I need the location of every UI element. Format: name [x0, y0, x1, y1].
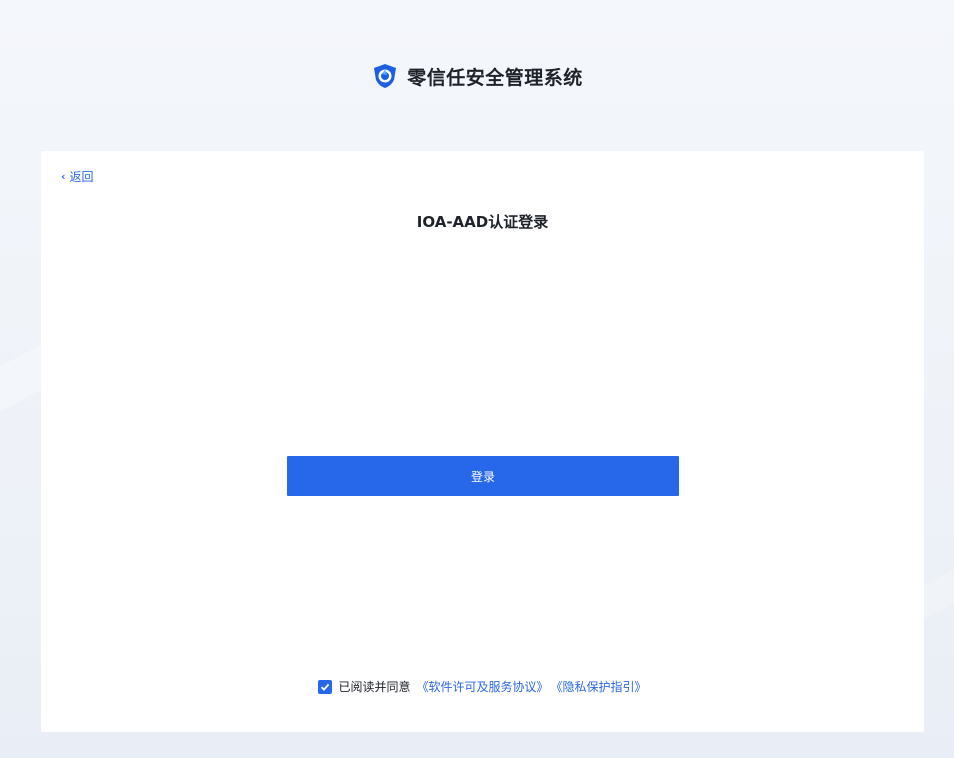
back-label: 返回 — [69, 170, 94, 184]
chevron-left-icon: ‹ — [61, 170, 66, 183]
app-title: 零信任安全管理系统 — [407, 66, 583, 89]
shield-logo-icon — [371, 62, 399, 90]
checkmark-icon — [321, 683, 330, 691]
privacy-policy-link[interactable]: 《隐私保护指引》 — [551, 678, 647, 695]
agreement-row: 已阅读并同意 《软件许可及服务协议》 《隐私保护指引》 — [41, 678, 924, 695]
login-button[interactable]: 登录 — [287, 456, 679, 496]
page-title: IOA-AAD认证登录 — [416, 213, 549, 231]
app-header: 零信任安全管理系统 — [0, 58, 954, 94]
login-card: ‹ 返回 IOA-AAD认证登录 登录 已阅读并同意 《软件许可及服务协议》 《… — [41, 151, 924, 732]
agreement-text: 已阅读并同意 — [338, 680, 411, 694]
agree-checkbox[interactable] — [318, 679, 333, 694]
back-link[interactable]: ‹ 返回 — [61, 168, 94, 185]
license-agreement-link[interactable]: 《软件许可及服务协议》 — [416, 678, 548, 695]
